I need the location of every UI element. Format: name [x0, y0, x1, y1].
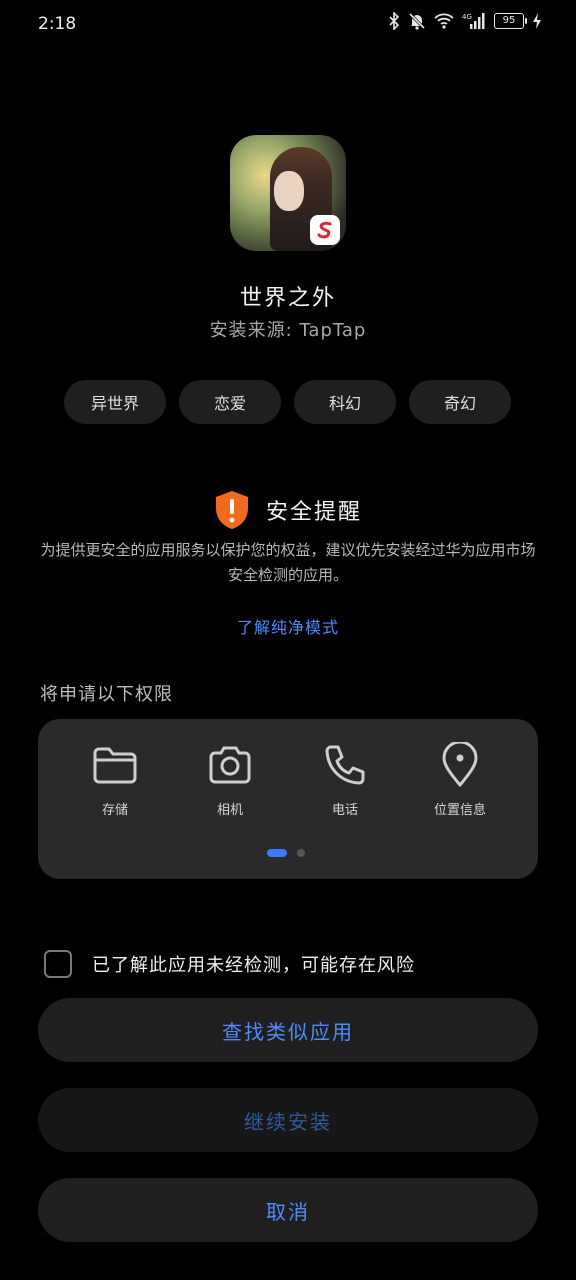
permissions-header: 将申请以下权限: [40, 684, 173, 705]
permission-camera[interactable]: 相机: [170, 741, 290, 818]
permission-storage[interactable]: 存储: [55, 741, 175, 818]
page-dot-active[interactable]: [267, 849, 287, 857]
app-tags: 异世界 恋爱 科幻 奇幻: [64, 380, 511, 424]
charging-icon: [532, 12, 542, 30]
safety-reminder-heading: 安全提醒: [0, 490, 576, 530]
location-icon: [400, 741, 520, 789]
tag-chip[interactable]: 异世界: [64, 380, 166, 424]
cellular-signal-icon: 4G: [462, 12, 486, 30]
page-dot[interactable]: [297, 849, 305, 857]
app-icon-face: [274, 171, 304, 211]
acknowledge-label: 已了解此应用未经检测，可能存在风险: [92, 955, 415, 976]
install-screen: 2:18 4G 95 世界之外 安装来源: TapTap 异世界 恋爱 科幻 奇…: [0, 0, 576, 1280]
phone-icon: [285, 741, 405, 789]
folder-icon: [55, 741, 175, 789]
learn-pure-mode-link[interactable]: 了解纯净模式: [0, 614, 576, 638]
continue-install-button[interactable]: 继续安装: [38, 1088, 538, 1152]
permission-label: 存储: [101, 803, 128, 818]
permission-location[interactable]: 位置信息: [400, 741, 520, 818]
permission-label: 电话: [331, 803, 358, 818]
page-indicator: [267, 849, 305, 857]
shield-warning-icon: [214, 490, 250, 530]
network-type-text: 4G: [462, 13, 472, 21]
tag-chip[interactable]: 奇幻: [409, 380, 511, 424]
netease-logo-icon: [310, 215, 340, 245]
safety-title: 安全提醒: [265, 500, 362, 525]
app-name: 世界之外: [239, 286, 336, 311]
risk-acknowledge[interactable]: 已了解此应用未经检测，可能存在风险: [44, 950, 415, 978]
wifi-icon: [434, 13, 454, 29]
tag-chip[interactable]: 恋爱: [179, 380, 281, 424]
mute-bell-icon: [408, 12, 426, 30]
safety-description: 为提供更安全的应用服务以保护您的权益，建议优先安装经过华为应用市场安全检测的应用…: [40, 541, 536, 584]
tag-chip[interactable]: 科幻: [294, 380, 396, 424]
camera-icon: [170, 741, 290, 789]
install-source: 安装来源: TapTap: [209, 320, 367, 341]
cancel-button[interactable]: 取消: [38, 1178, 538, 1242]
bluetooth-icon: [388, 12, 400, 30]
app-icon: [230, 135, 346, 251]
permissions-card[interactable]: 存储 相机 电话 位置信息: [38, 719, 538, 879]
status-bar: 2:18 4G 95: [0, 0, 576, 50]
battery-icon: 95: [494, 13, 527, 29]
permission-phone[interactable]: 电话: [285, 741, 405, 818]
status-time: 2:18: [38, 14, 77, 34]
permission-label: 位置信息: [433, 803, 486, 818]
find-similar-apps-button[interactable]: 查找类似应用: [38, 998, 538, 1062]
acknowledge-checkbox[interactable]: [44, 950, 72, 978]
status-icons: 4G 95: [388, 12, 542, 30]
permission-label: 相机: [216, 803, 243, 818]
